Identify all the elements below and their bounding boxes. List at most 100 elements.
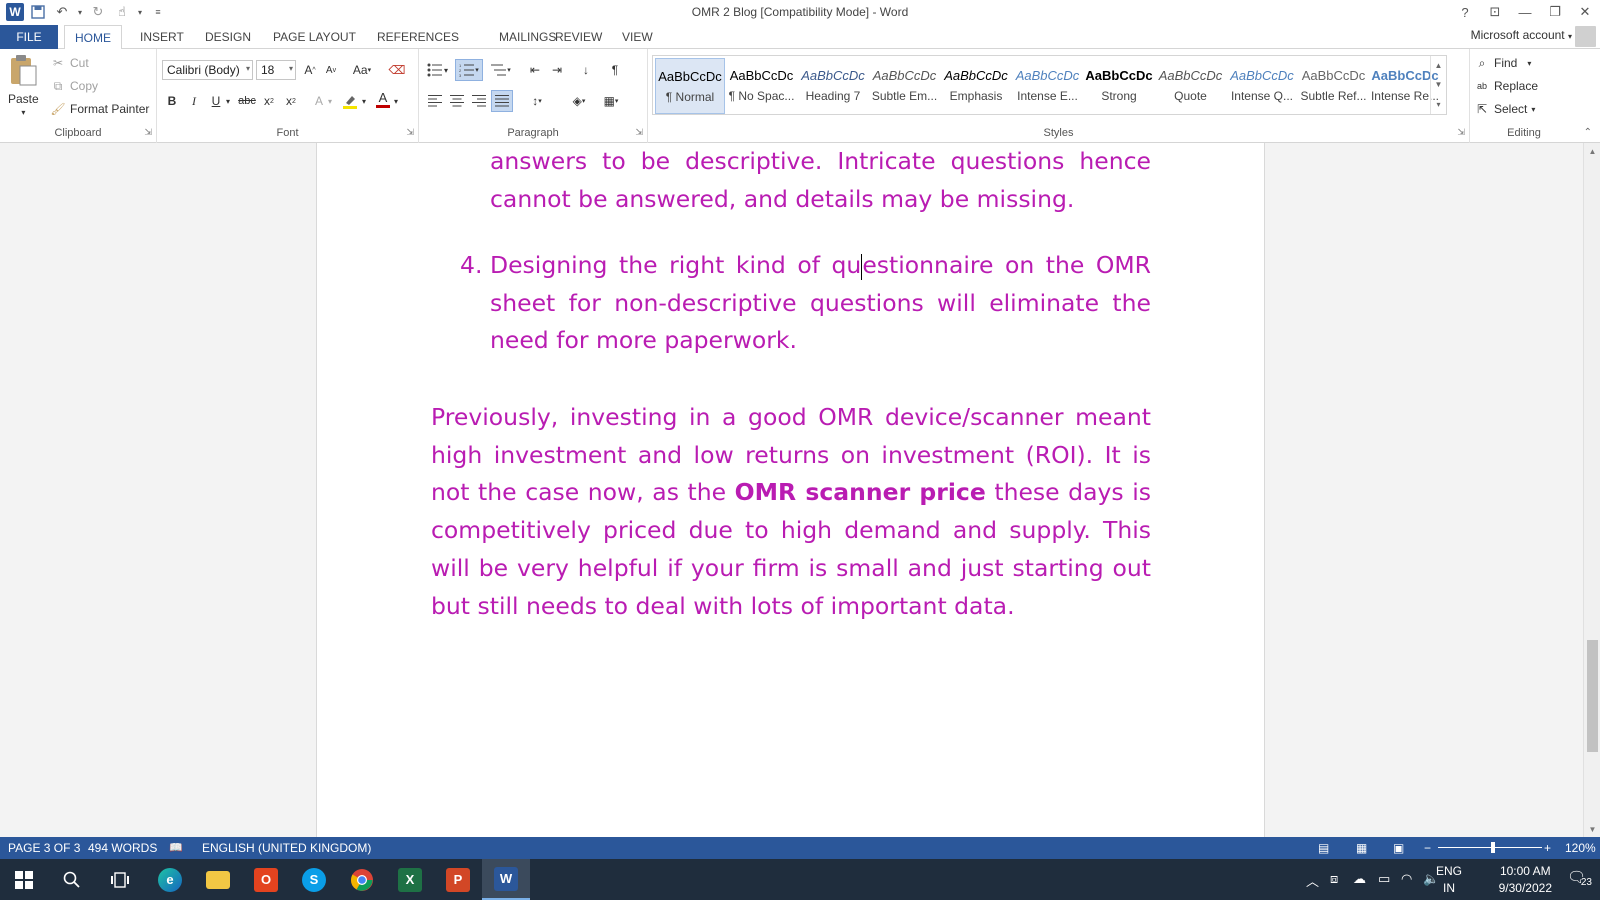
zoom-slider-thumb[interactable] [1490, 842, 1495, 853]
align-right-icon[interactable] [469, 91, 489, 111]
justify-icon[interactable] [491, 90, 513, 112]
excel-icon[interactable]: X [386, 859, 434, 900]
tab-references[interactable]: REFERENCES [367, 25, 469, 49]
font-size-combo[interactable]: 18 ▾ [256, 60, 296, 80]
align-left-icon[interactable] [425, 91, 445, 111]
zoom-in-icon[interactable]: + [1544, 841, 1551, 855]
change-case-icon[interactable]: Aa ▾ [347, 60, 377, 80]
print-layout-icon[interactable]: ▦ [1356, 841, 1367, 855]
ribbon-display-icon[interactable]: ⊡ [1480, 0, 1510, 24]
chevron-down-icon[interactable]: ▼ [1435, 80, 1443, 89]
search-icon[interactable] [48, 859, 96, 900]
replace-button[interactable]: ab Replace [1474, 78, 1538, 94]
restore-icon[interactable]: ❐ [1540, 0, 1570, 24]
scrollbar-thumb[interactable] [1587, 640, 1598, 752]
language-indicator[interactable]: ENGLISH (UNITED KINGDOM) [202, 841, 371, 855]
font-name-combo[interactable]: Calibri (Body) ▾ [162, 60, 253, 80]
strikethrough-icon[interactable]: abc [237, 91, 257, 111]
clear-formatting-icon[interactable]: ⌫ [387, 60, 407, 80]
tab-insert[interactable]: INSERT [130, 25, 194, 49]
dialog-launcher-icon[interactable]: ⇲ [1457, 127, 1465, 138]
meet-now-icon[interactable]: ⧈ [1330, 871, 1338, 887]
font-color-icon[interactable]: A [373, 89, 393, 109]
style-gallery-item[interactable]: AaBbCcDc Intense E... [1013, 58, 1083, 114]
style-gallery-item[interactable]: AaBbCcDc ¶ Normal [655, 58, 725, 114]
chevron-down-icon[interactable]: ▾ [325, 91, 335, 111]
vertical-scrollbar[interactable]: ▲ ▼ [1583, 143, 1600, 837]
word-count[interactable]: 494 WORDS [88, 841, 157, 855]
decrease-indent-icon[interactable]: ⇤ [525, 60, 545, 80]
clock[interactable]: 10:00 AM 9/30/2022 [1499, 863, 1552, 897]
increase-indent-icon[interactable]: ⇥ [547, 60, 567, 80]
select-button[interactable]: ⇱ Select ▾ [1474, 101, 1535, 117]
word-icon[interactable]: W [482, 859, 530, 900]
style-gallery-item[interactable]: AaBbCcDc ¶ No Spac... [727, 58, 797, 114]
chevron-down-icon[interactable]: ▾ [391, 91, 401, 111]
subscript-icon[interactable]: x2 [259, 91, 279, 111]
style-gallery-item[interactable]: AaBbCcDc Subtle Ref... [1299, 58, 1369, 114]
account-menu[interactable]: Microsoft account ▾ [1471, 28, 1572, 42]
chevron-up-icon[interactable]: ▲ [1435, 61, 1443, 70]
office-icon[interactable]: O [242, 859, 290, 900]
chevron-down-icon[interactable]: ▾ [441, 60, 451, 80]
minimize-icon[interactable]: — [1510, 0, 1540, 24]
style-gallery-item[interactable]: AaBbCcDc Strong [1084, 58, 1154, 114]
more-icon[interactable]: ▾ [1436, 100, 1440, 109]
tab-view[interactable]: VIEW [612, 25, 663, 49]
tab-home[interactable]: HOME [64, 25, 122, 50]
bold-icon[interactable]: B [162, 91, 182, 111]
tab-page-layout[interactable]: PAGE LAYOUT [263, 25, 366, 49]
shrink-font-icon[interactable]: Av [321, 60, 341, 80]
copy-button[interactable]: ⧉ Copy [50, 78, 98, 94]
task-view-icon[interactable] [96, 859, 144, 900]
powerpoint-icon[interactable]: P [434, 859, 482, 900]
battery-icon[interactable]: ▭ [1378, 871, 1390, 887]
format-painter-button[interactable]: 🖌 Format Painter [50, 101, 149, 117]
tab-review[interactable]: REVIEW [545, 25, 612, 49]
web-layout-icon[interactable]: ▣ [1393, 841, 1404, 855]
dialog-launcher-icon[interactable]: ⇲ [406, 127, 414, 138]
numbering-icon[interactable]: 1 2 3 ▾ [455, 59, 483, 81]
tab-file[interactable]: FILE [0, 25, 58, 49]
scroll-up-icon[interactable]: ▲ [1584, 143, 1600, 159]
gallery-scroll[interactable]: ▲ ▼ ▾ [1430, 56, 1446, 114]
align-center-icon[interactable] [447, 91, 467, 111]
highlight-icon[interactable] [340, 91, 360, 111]
show-formatting-icon[interactable]: ¶ [605, 60, 625, 80]
italic-icon[interactable]: I [184, 91, 204, 111]
dialog-launcher-icon[interactable]: ⇲ [144, 127, 152, 138]
grow-font-icon[interactable]: A ^ [300, 60, 320, 80]
onedrive-icon[interactable]: ☁ [1353, 871, 1366, 887]
chevron-down-icon[interactable]: ▾ [359, 91, 369, 111]
tab-design[interactable]: DESIGN [195, 25, 261, 49]
file-explorer-icon[interactable] [194, 859, 242, 900]
avatar[interactable] [1575, 26, 1596, 47]
collapse-ribbon-icon[interactable]: ⌃ [1584, 127, 1592, 138]
dialog-launcher-icon[interactable]: ⇲ [635, 127, 643, 138]
read-mode-icon[interactable]: ▤ [1318, 841, 1329, 855]
page-indicator[interactable]: PAGE 3 OF 3 [8, 841, 80, 855]
chrome-icon[interactable] [338, 859, 386, 900]
multilevel-list-icon[interactable]: ▾ [487, 60, 515, 80]
style-gallery-item[interactable]: AaBbCcDc Emphasis [941, 58, 1011, 114]
help-icon[interactable]: ? [1450, 0, 1480, 24]
line-spacing-icon[interactable]: ↕ ▾ [523, 91, 551, 111]
shading-icon[interactable]: ◈ ▾ [565, 91, 593, 111]
style-gallery-item[interactable]: AaBbCcDc Quote [1156, 58, 1226, 114]
input-language[interactable]: ENG IN [1436, 863, 1462, 897]
chevron-down-icon[interactable]: ▾ [223, 91, 233, 111]
edge-icon[interactable]: e [146, 859, 194, 900]
proofing-icon[interactable]: 📖 [169, 841, 183, 854]
start-icon[interactable] [0, 859, 48, 900]
show-hidden-icons-icon[interactable]: ︿ [1306, 871, 1319, 890]
style-gallery-item[interactable]: AaBbCcDc Intense Q... [1227, 58, 1297, 114]
cut-button[interactable]: ✂ Cut [50, 55, 89, 71]
close-icon[interactable]: ✕ [1570, 0, 1600, 24]
skype-icon[interactable]: S [290, 859, 338, 900]
zoom-out-icon[interactable]: − [1424, 841, 1431, 855]
borders-icon[interactable]: ▦ ▾ [597, 91, 625, 111]
find-button[interactable]: ⌕ Find ▾ [1474, 55, 1532, 71]
sort-icon[interactable]: ↓ [576, 60, 596, 80]
style-gallery-item[interactable]: AaBbCcDc Heading 7 [798, 58, 868, 114]
document-page[interactable]: answers to be descriptive. Intricate que… [316, 143, 1265, 837]
